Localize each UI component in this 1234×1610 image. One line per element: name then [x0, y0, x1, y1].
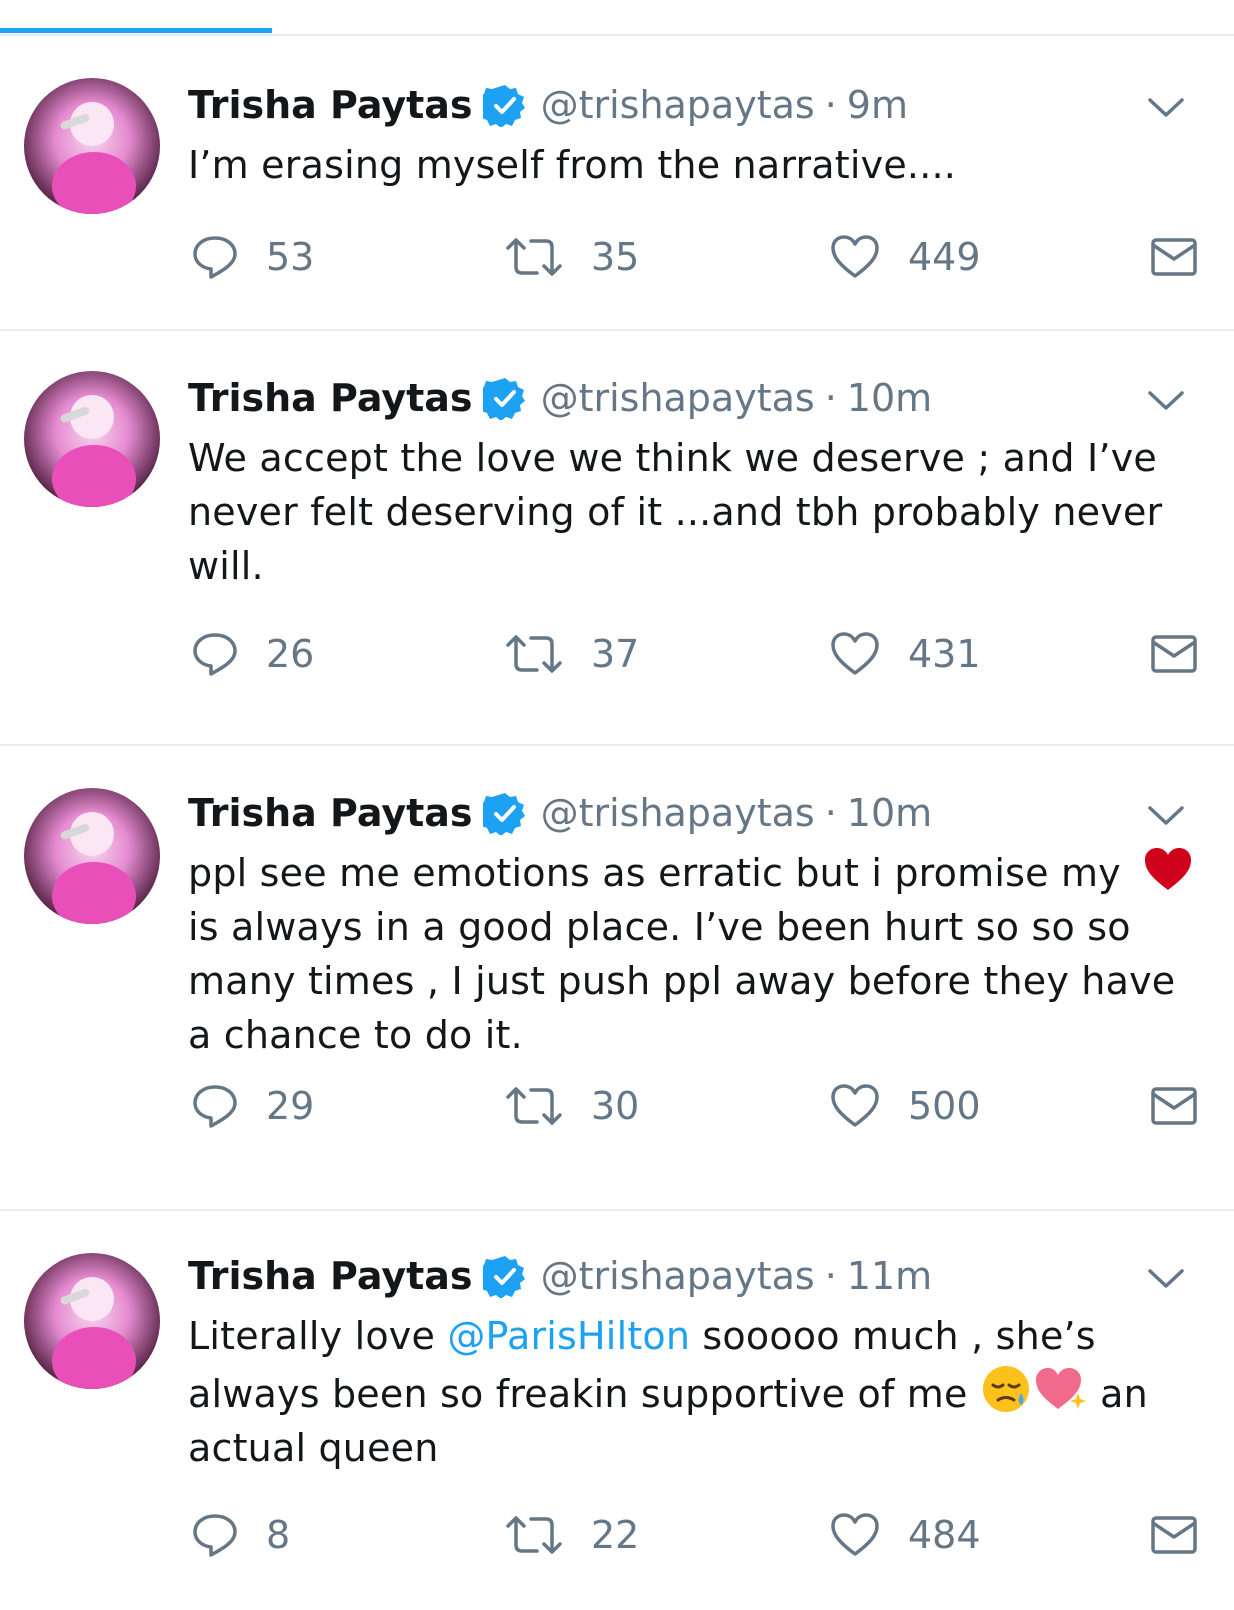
- reply-button[interactable]: 29: [192, 1076, 314, 1136]
- tweet[interactable]: Trisha Paytas @trishapaytas · 10m We acc…: [0, 331, 1234, 746]
- timestamp[interactable]: 10m: [847, 376, 932, 420]
- tweet-text-part: Literally love: [188, 1314, 448, 1358]
- reply-count: 29: [266, 1084, 315, 1128]
- retweet-icon: [506, 1087, 562, 1125]
- like-icon: [831, 235, 879, 278]
- retweet-icon: [506, 1516, 562, 1554]
- reply-icon: [193, 236, 237, 279]
- reply-button[interactable]: 26: [192, 624, 314, 684]
- tweet-text-part: ppl see me emotions as erratic but i pro…: [188, 851, 1121, 895]
- chevron-down-icon[interactable]: [1146, 387, 1186, 415]
- tweet-actions: 53 35 449: [0, 227, 1234, 287]
- handle[interactable]: @trishapaytas: [541, 791, 815, 835]
- separator-dot: ·: [824, 376, 837, 420]
- separator-dot: ·: [824, 83, 837, 127]
- retweet-count: 35: [591, 235, 640, 279]
- dm-button[interactable]: [1150, 1076, 1198, 1136]
- like-icon: [831, 1513, 879, 1556]
- dm-icon: [1151, 635, 1197, 673]
- like-button[interactable]: 449: [830, 227, 981, 287]
- tweet[interactable]: Trisha Paytas @trishapaytas · 10m ppl se…: [0, 746, 1234, 1211]
- tweet-text: I’m erasing myself from the narrative...…: [188, 143, 957, 187]
- tweet-text: We accept the love we think we deserve ;…: [188, 436, 1163, 588]
- tab-bar: [0, 0, 1234, 36]
- retweet-count: 22: [591, 1513, 640, 1557]
- retweet-button[interactable]: 30: [505, 1076, 639, 1136]
- tweet-header: Trisha Paytas @trishapaytas · 11m: [188, 1251, 932, 1301]
- reply-icon: [193, 1085, 237, 1128]
- tweet[interactable]: Trisha Paytas @trishapaytas · 9m I’m era…: [0, 36, 1234, 331]
- handle[interactable]: @trishapaytas: [541, 376, 815, 420]
- separator-dot: ·: [824, 1254, 837, 1298]
- retweet-count: 37: [591, 632, 640, 676]
- reply-count: 53: [266, 235, 315, 279]
- tweet-text: ppl see me emotions as erratic but i pro…: [188, 846, 1198, 1062]
- tweet-text-part: is always in a good place. I’ve been hur…: [188, 905, 1176, 1057]
- reply-button[interactable]: 53: [192, 227, 314, 287]
- tweet-text: Literally love @ParisHilton sooooo much …: [188, 1309, 1198, 1475]
- like-count: 484: [908, 1513, 981, 1557]
- dm-button[interactable]: [1150, 1505, 1198, 1565]
- like-icon: [831, 1084, 879, 1127]
- chevron-down-icon[interactable]: [1146, 94, 1186, 122]
- like-count: 500: [908, 1084, 981, 1128]
- retweet-icon: [506, 635, 562, 673]
- reply-icon: [193, 1514, 237, 1557]
- like-count: 449: [908, 235, 981, 279]
- avatar[interactable]: [24, 371, 160, 507]
- chevron-down-icon[interactable]: [1146, 802, 1186, 830]
- display-name[interactable]: Trisha Paytas: [188, 83, 473, 127]
- verified-icon: [482, 1254, 527, 1298]
- retweet-icon: [506, 238, 562, 276]
- timestamp[interactable]: 11m: [847, 1254, 932, 1298]
- red-heart-emoji: [1141, 846, 1195, 892]
- display-name[interactable]: Trisha Paytas: [188, 1254, 473, 1298]
- verified-icon: [482, 791, 527, 835]
- reply-button[interactable]: 8: [192, 1505, 290, 1565]
- tweet-actions: 29 30 500: [0, 1076, 1234, 1136]
- like-icon: [831, 632, 879, 675]
- avatar[interactable]: [24, 78, 160, 214]
- active-tab-indicator: [0, 28, 272, 33]
- dm-button[interactable]: [1150, 227, 1198, 287]
- like-button[interactable]: 431: [830, 624, 981, 684]
- avatar[interactable]: [24, 788, 160, 924]
- dm-icon: [1151, 1516, 1197, 1554]
- dm-icon: [1151, 1087, 1197, 1125]
- retweet-button[interactable]: 37: [505, 624, 639, 684]
- separator-dot: ·: [824, 791, 837, 835]
- like-button[interactable]: 500: [830, 1076, 981, 1136]
- tweet-header: Trisha Paytas @trishapaytas · 10m: [188, 373, 932, 423]
- tweet-actions: 26 37 431: [0, 624, 1234, 684]
- sparkling-heart-emoji: [1032, 1363, 1088, 1415]
- reply-count: 8: [266, 1513, 291, 1557]
- retweet-button[interactable]: 22: [505, 1505, 639, 1565]
- tweet-header: Trisha Paytas @trishapaytas · 9m: [188, 80, 908, 130]
- sad-face-emoji: [980, 1363, 1032, 1415]
- display-name[interactable]: Trisha Paytas: [188, 791, 473, 835]
- timestamp[interactable]: 9m: [847, 83, 908, 127]
- tweet-header: Trisha Paytas @trishapaytas · 10m: [188, 788, 932, 838]
- dm-button[interactable]: [1150, 624, 1198, 684]
- verified-icon: [482, 376, 527, 420]
- tweet[interactable]: Trisha Paytas @trishapaytas · 11m Litera…: [0, 1211, 1234, 1610]
- retweet-button[interactable]: 35: [505, 227, 639, 287]
- like-button[interactable]: 484: [830, 1505, 981, 1565]
- reply-count: 26: [266, 632, 315, 676]
- timestamp[interactable]: 10m: [847, 791, 932, 835]
- chevron-down-icon[interactable]: [1146, 1265, 1186, 1293]
- display-name[interactable]: Trisha Paytas: [188, 376, 473, 420]
- avatar[interactable]: [24, 1253, 160, 1389]
- retweet-count: 30: [591, 1084, 640, 1128]
- handle[interactable]: @trishapaytas: [541, 83, 815, 127]
- like-count: 431: [908, 632, 981, 676]
- handle[interactable]: @trishapaytas: [541, 1254, 815, 1298]
- reply-icon: [193, 633, 237, 676]
- dm-icon: [1151, 238, 1197, 276]
- mention-link[interactable]: @ParisHilton: [447, 1314, 690, 1358]
- verified-icon: [482, 83, 527, 127]
- tweet-actions: 8 22 484: [0, 1505, 1234, 1565]
